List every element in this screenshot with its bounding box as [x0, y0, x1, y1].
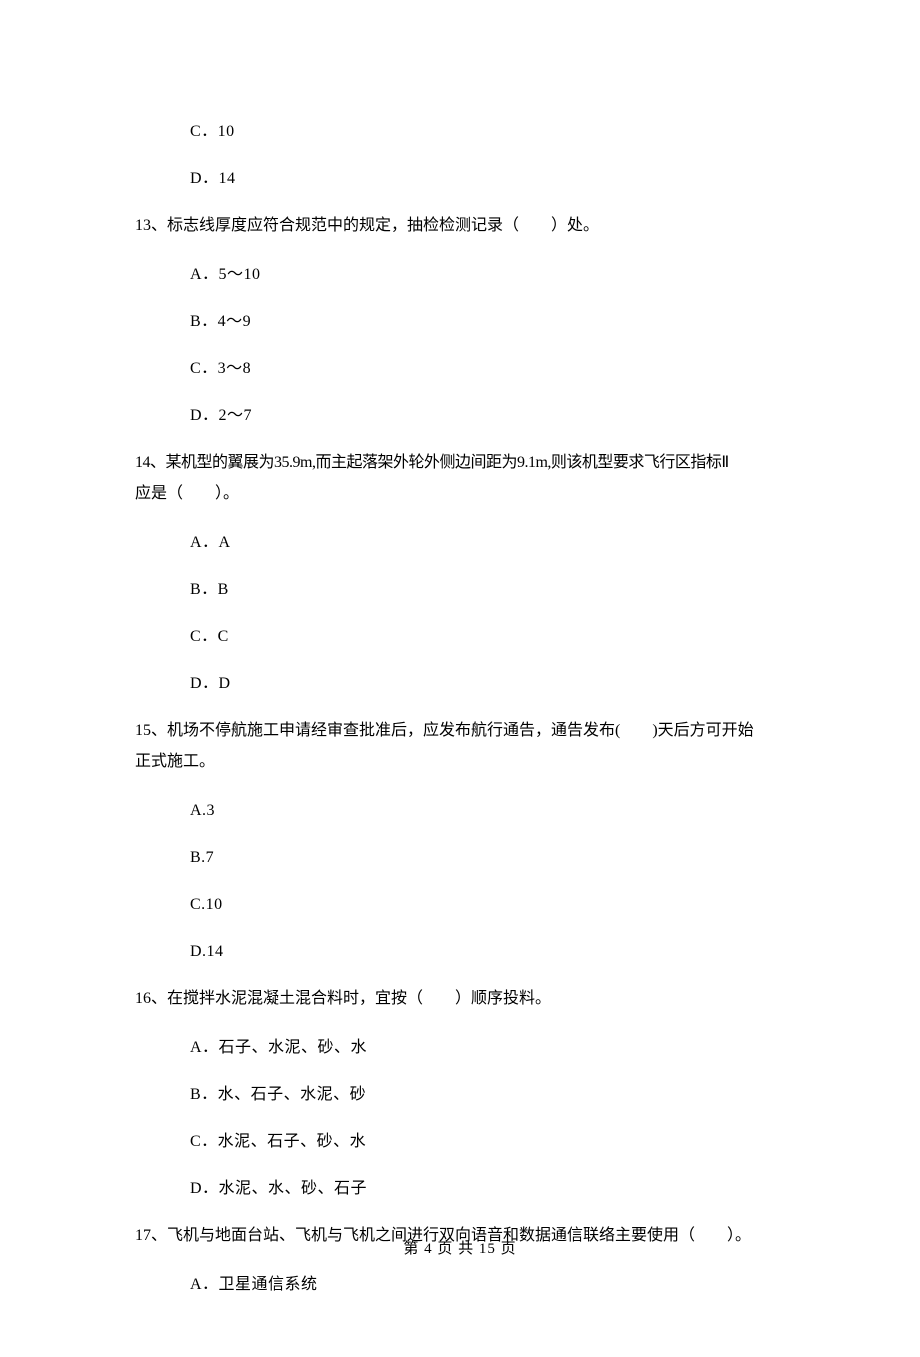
q16-option-c: C．水泥、石子、砂、水	[190, 1130, 785, 1154]
question-14-line1: 14、某机型的翼展为35.9m,而主起落架外轮外侧边间距为9.1m,则该机型要求…	[135, 451, 785, 475]
option-c-top: C．10	[190, 120, 785, 144]
option-d-top: D．14	[190, 167, 785, 191]
question-14-line2: 应是（ ）。	[135, 482, 785, 506]
q13-option-a: A．5～10	[190, 263, 785, 287]
q17-option-a: A．卫星通信系统	[190, 1273, 785, 1297]
q14-option-a: A．A	[190, 531, 785, 555]
q13-option-c: C．3～8	[190, 357, 785, 381]
question-13: 13、标志线厚度应符合规范中的规定，抽检检测记录（ ）处。	[135, 214, 785, 238]
q15-option-b: B.7	[190, 846, 785, 870]
question-16: 16、在搅拌水泥混凝土混合料时，宜按（ ）顺序投料。	[135, 987, 785, 1011]
q14-option-c: C．C	[190, 625, 785, 649]
q13-option-d: D．2～7	[190, 404, 785, 428]
q14-option-d: D．D	[190, 672, 785, 696]
q15-option-c: C.10	[190, 893, 785, 917]
q16-option-b: B．水、石子、水泥、砂	[190, 1083, 785, 1107]
q14-option-b: B．B	[190, 578, 785, 602]
q16-option-d: D．水泥、水、砂、石子	[190, 1177, 785, 1201]
q15-option-a: A.3	[190, 799, 785, 823]
q15-option-d: D.14	[190, 940, 785, 964]
question-15-line1: 15、机场不停航施工申请经审查批准后，应发布航行通告，通告发布( )天后方可开始	[135, 719, 785, 743]
q13-option-b: B．4～9	[190, 310, 785, 334]
question-15-line2: 正式施工。	[135, 750, 785, 774]
page-footer: 第 4 页 共 15 页	[0, 1238, 920, 1261]
document-content: C．10 D．14 13、标志线厚度应符合规范中的规定，抽检检测记录（ ）处。 …	[0, 0, 920, 1357]
q16-option-a: A．石子、水泥、砂、水	[190, 1036, 785, 1060]
